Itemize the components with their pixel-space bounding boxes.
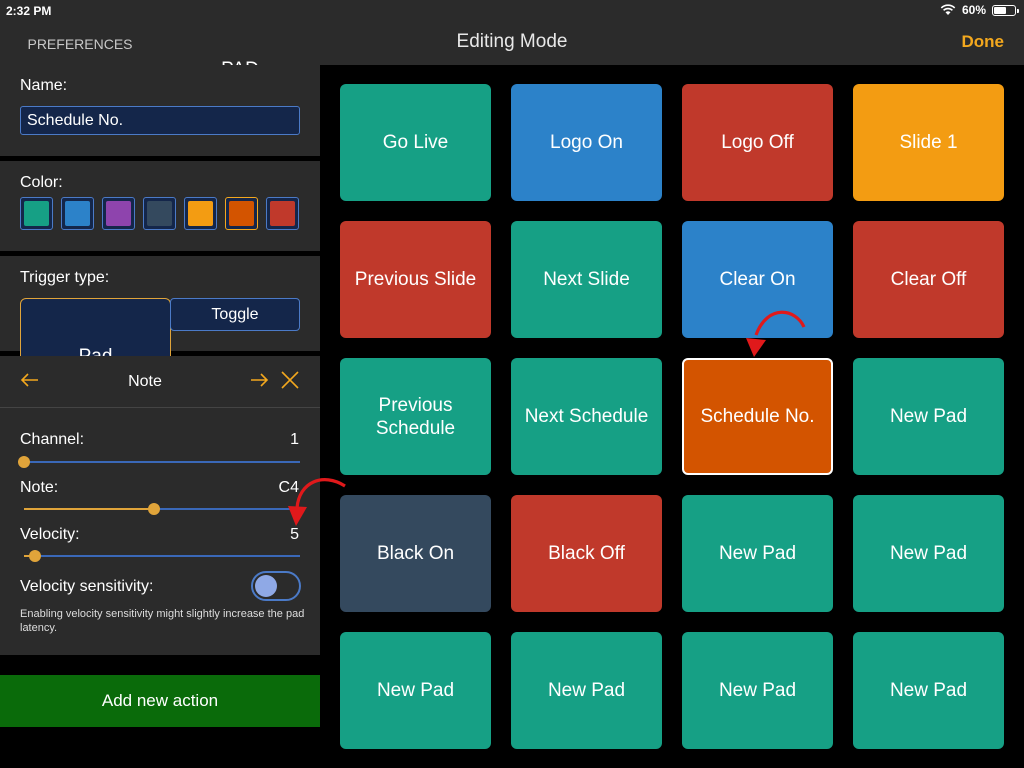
color-swatch-teal[interactable] <box>20 197 53 230</box>
add-action-button[interactable]: Add new action <box>0 675 320 727</box>
battery-percent: 60% <box>961 3 986 17</box>
pad-9[interactable]: Previous Schedule <box>340 358 491 475</box>
pad-19[interactable]: New Pad <box>682 632 833 749</box>
pad-grid: Go Live Logo On Logo Off Slide 1 Previous Sl… <box>320 65 1024 768</box>
pad-18[interactable]: New Pad <box>511 632 662 749</box>
pad-13[interactable]: Black On <box>340 495 491 612</box>
note-slider-knob[interactable] <box>147 503 160 515</box>
name-section: Name: Schedule No. <box>0 65 320 156</box>
velocity-label: Velocity: <box>20 526 80 543</box>
note-slider[interactable] <box>24 503 300 515</box>
page-title: Editing Mode <box>456 31 568 52</box>
status-bar: 2:32 PM 60% <box>0 0 1024 22</box>
pad-17[interactable]: New Pad <box>340 632 491 749</box>
pad-7[interactable]: Clear On <box>682 221 833 338</box>
trigger-section: Trigger type: Pad Toggle <box>0 256 320 415</box>
channel-label: Channel: <box>20 431 85 448</box>
color-section: Color: <box>0 161 320 251</box>
action-section: Note Channel: 1 Note: C4 Velocity: 5 Vel… <box>0 356 320 655</box>
close-icon[interactable] <box>280 370 300 396</box>
velocity-slider[interactable] <box>24 550 300 562</box>
status-time: 2:32 PM <box>6 4 52 18</box>
nav-bar: PREFERENCES PAD EDITOR Editing Mode Done <box>0 22 1024 138</box>
name-field[interactable]: Schedule No. <box>20 106 300 135</box>
pad-11[interactable]: Schedule No. <box>682 358 833 475</box>
trigger-label: Trigger type: <box>20 269 110 286</box>
tab-preferences[interactable]: PREFERENCES <box>20 22 140 65</box>
status-right: 60% <box>940 3 1019 17</box>
trigger-toggle-button[interactable]: Toggle <box>170 298 300 331</box>
name-label: Name: <box>20 77 68 94</box>
action-header: Note <box>0 356 320 408</box>
channel-value: 1 <box>290 431 299 448</box>
color-swatch-navy[interactable] <box>143 197 176 230</box>
pad-6[interactable]: Next Slide <box>511 221 662 338</box>
pad-10[interactable]: Next Schedule <box>511 358 662 475</box>
channel-slider[interactable] <box>18 456 300 468</box>
velocity-sensitivity-toggle[interactable] <box>251 571 301 601</box>
note-label: Note: <box>20 479 59 496</box>
velocity-value: 5 <box>290 526 299 543</box>
channel-slider-knob[interactable] <box>18 456 30 468</box>
arrow-right-icon[interactable] <box>249 370 269 396</box>
pad-12[interactable]: New Pad <box>853 358 1004 475</box>
pad-8[interactable]: Clear Off <box>853 221 1004 338</box>
action-title: Note <box>128 373 162 390</box>
pad-16[interactable]: New Pad <box>853 495 1004 612</box>
color-swatch-purple[interactable] <box>102 197 135 230</box>
pad-editor-panel: Name: Schedule No. Color: Trigger type: … <box>0 65 320 768</box>
color-swatch-orange[interactable] <box>225 197 258 230</box>
wifi-icon <box>940 4 956 15</box>
velocity-slider-knob[interactable] <box>29 550 42 562</box>
pad-2[interactable]: Logo On <box>511 84 662 201</box>
pad-1[interactable]: Go Live <box>340 84 491 201</box>
note-value: C4 <box>278 479 299 496</box>
sensitivity-hint: Enabling velocity sensitivity might slig… <box>20 608 305 634</box>
pad-5[interactable]: Previous Slide <box>340 221 491 338</box>
pad-15[interactable]: New Pad <box>682 495 833 612</box>
done-button[interactable]: Done <box>962 22 1005 62</box>
color-swatch-red[interactable] <box>266 197 299 230</box>
pad-3[interactable]: Logo Off <box>682 84 833 201</box>
color-swatch-blue[interactable] <box>61 197 94 230</box>
battery-icon <box>992 4 1019 16</box>
sensitivity-label: Velocity sensitivity: <box>20 578 154 595</box>
pad-4[interactable]: Slide 1 <box>853 84 1004 201</box>
color-label: Color: <box>20 174 63 191</box>
color-swatch-yellow[interactable] <box>184 197 217 230</box>
color-swatches <box>20 197 299 230</box>
pad-14[interactable]: Black Off <box>511 495 662 612</box>
pad-20[interactable]: New Pad <box>853 632 1004 749</box>
